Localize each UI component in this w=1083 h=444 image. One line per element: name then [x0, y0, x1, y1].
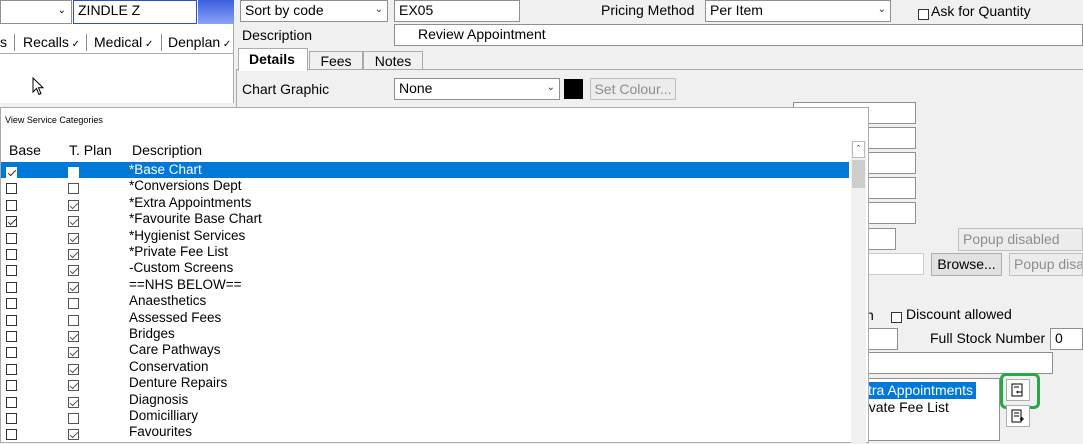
- list-item[interactable]: xtra Appointments: [861, 382, 976, 399]
- ask-quantity-checkbox[interactable]: [918, 5, 929, 21]
- category-rows: *Base Chart *Conversions Dept *Extra Appoi…: [1, 162, 850, 444]
- tick-icon: ✓: [220, 39, 232, 50]
- table-row[interactable]: *Conversions Dept: [1, 178, 849, 195]
- category-description: Denture Repairs: [129, 375, 228, 391]
- tick-icon: ✓: [142, 39, 154, 50]
- scroll-thumb[interactable]: [852, 160, 865, 188]
- tab-medical[interactable]: Medical ✓: [94, 34, 153, 50]
- table-row[interactable]: -Custom Screens: [1, 260, 849, 277]
- browse-button[interactable]: Browse...: [931, 253, 1002, 276]
- table-row[interactable]: Assessed Fees: [1, 310, 849, 326]
- pricing-method-combo[interactable]: Per Item ⌄: [705, 0, 891, 22]
- table-row[interactable]: ==NHS BELOW==: [1, 277, 849, 293]
- chevron-down-icon: ⌄: [877, 4, 886, 15]
- table-row[interactable]: Care Pathways: [1, 342, 849, 359]
- chevron-down-icon: ⌄: [374, 4, 383, 15]
- table-row[interactable]: Denture Repairs: [1, 375, 849, 392]
- category-description: Bridges: [129, 326, 175, 341]
- category-description: ==NHS BELOW==: [129, 276, 242, 292]
- popup-disabled-button-2[interactable]: Popup disa: [1009, 253, 1083, 276]
- full-stock-field[interactable]: 0: [1050, 328, 1083, 350]
- category-list[interactable]: xtra Appointments rivate Fee List: [860, 378, 1000, 441]
- category-description: Care Pathways: [129, 342, 221, 358]
- table-row[interactable]: *Private Fee List: [1, 244, 849, 260]
- left-tab-strip: s Recalls ✓ Medical ✓ Denplan ✓: [0, 32, 234, 54]
- tab-denplan[interactable]: Denplan ✓: [168, 34, 231, 50]
- edit-list-icon: [1011, 383, 1023, 397]
- sort-combo[interactable]: Sort by code ⌄: [240, 0, 388, 22]
- category-description: Anaesthetics: [129, 293, 207, 309]
- category-description: *Base Chart: [129, 162, 202, 177]
- table-row[interactable]: *Hygienist Services: [1, 228, 849, 244]
- category-description: *Hygienist Services: [129, 227, 246, 243]
- colour-swatch[interactable]: [564, 79, 583, 99]
- add-category-button[interactable]: [1006, 405, 1030, 427]
- scroll-up-button[interactable]: ˆ: [852, 141, 865, 158]
- table-row[interactable]: Anaesthetics: [1, 293, 849, 310]
- category-description: Diagnosis: [129, 391, 189, 407]
- ask-quantity-label: Ask for Quantity: [931, 3, 1031, 19]
- description-label: Description: [242, 27, 313, 43]
- table-row[interactable]: *Base Chart: [1, 162, 849, 179]
- tab-notes[interactable]: Notes: [363, 51, 423, 70]
- category-description: *Favourite Base Chart: [129, 211, 262, 227]
- code-field[interactable]: EX05: [394, 0, 520, 22]
- column-header-description[interactable]: Description: [132, 142, 202, 158]
- column-header-tplan[interactable]: T. Plan: [69, 142, 112, 158]
- category-description: *Extra Appointments: [129, 194, 252, 210]
- table-row[interactable]: Bridges: [1, 326, 849, 342]
- category-description: Favourites: [129, 424, 193, 440]
- detail-tab-strip: Details Fees Notes: [236, 48, 1083, 71]
- base-checkbox[interactable]: [6, 426, 17, 442]
- file-path-field[interactable]: [860, 253, 924, 275]
- add-list-icon: [1011, 409, 1024, 423]
- category-description: Conservation: [129, 358, 209, 374]
- tab-divider: [14, 34, 15, 51]
- discount-label: Discount allowed: [906, 306, 1012, 322]
- column-header-base[interactable]: Base: [9, 142, 41, 158]
- table-row[interactable]: *Extra Appointments: [1, 195, 849, 211]
- full-stock-label: Full Stock Number: [930, 330, 1046, 346]
- tab-recalls[interactable]: Recalls ✓: [23, 34, 80, 50]
- tab-divider: [86, 34, 87, 51]
- list-item[interactable]: rivate Fee List: [861, 399, 991, 416]
- mouse-cursor-icon: [32, 77, 45, 96]
- left-tab-partial[interactable]: s: [0, 34, 7, 50]
- patient-name-field[interactable]: ZINDLE Z: [73, 0, 197, 24]
- table-row[interactable]: Domicilliary: [1, 408, 849, 424]
- toolbar-blue-strip: [198, 0, 234, 24]
- chart-graphic-label: Chart Graphic: [242, 81, 330, 97]
- tab-divider: [161, 34, 162, 51]
- category-description: *Conversions Dept: [129, 178, 242, 194]
- tick-icon: ✓: [68, 39, 81, 50]
- table-row[interactable]: Conservation: [1, 359, 849, 375]
- patient-combo-left[interactable]: ⌄: [0, 0, 72, 24]
- tab-fees[interactable]: Fees: [309, 51, 363, 70]
- table-row[interactable]: *Favourite Base Chart: [1, 211, 849, 228]
- chevron-down-icon: ⌄: [546, 82, 555, 93]
- dialog-title: View Service Categories: [5, 115, 103, 125]
- set-colour-button[interactable]: Set Colour...: [590, 78, 676, 100]
- right-field-8[interactable]: [860, 352, 1053, 374]
- chevron-down-icon: ⌄: [57, 5, 66, 16]
- discount-checkbox[interactable]: [891, 308, 902, 324]
- table-row[interactable]: Diagnosis: [1, 392, 849, 408]
- category-description: *Private Fee List: [129, 244, 229, 259]
- category-description: Assessed Fees: [129, 309, 222, 325]
- tab-details[interactable]: Details: [238, 48, 308, 71]
- service-categories-dialog: View Service Categories Base T. Plan Des…: [0, 107, 869, 444]
- pricing-method-label: Pricing Method: [601, 2, 695, 18]
- chart-graphic-combo[interactable]: None ⌄: [394, 78, 560, 100]
- category-description: Domicilliary: [129, 408, 199, 423]
- popup-disabled-button-1[interactable]: Popup disabled: [958, 228, 1083, 251]
- scrollbar[interactable]: ˆ: [851, 141, 866, 444]
- table-row[interactable]: Favourites: [1, 424, 849, 442]
- description-field[interactable]: Review Appointment: [394, 24, 1083, 46]
- tplan-checkbox[interactable]: [68, 426, 79, 442]
- edit-categories-button[interactable]: [1006, 379, 1030, 401]
- category-description: -Custom Screens: [129, 260, 234, 276]
- chevron-up-icon: ˆ: [857, 144, 860, 154]
